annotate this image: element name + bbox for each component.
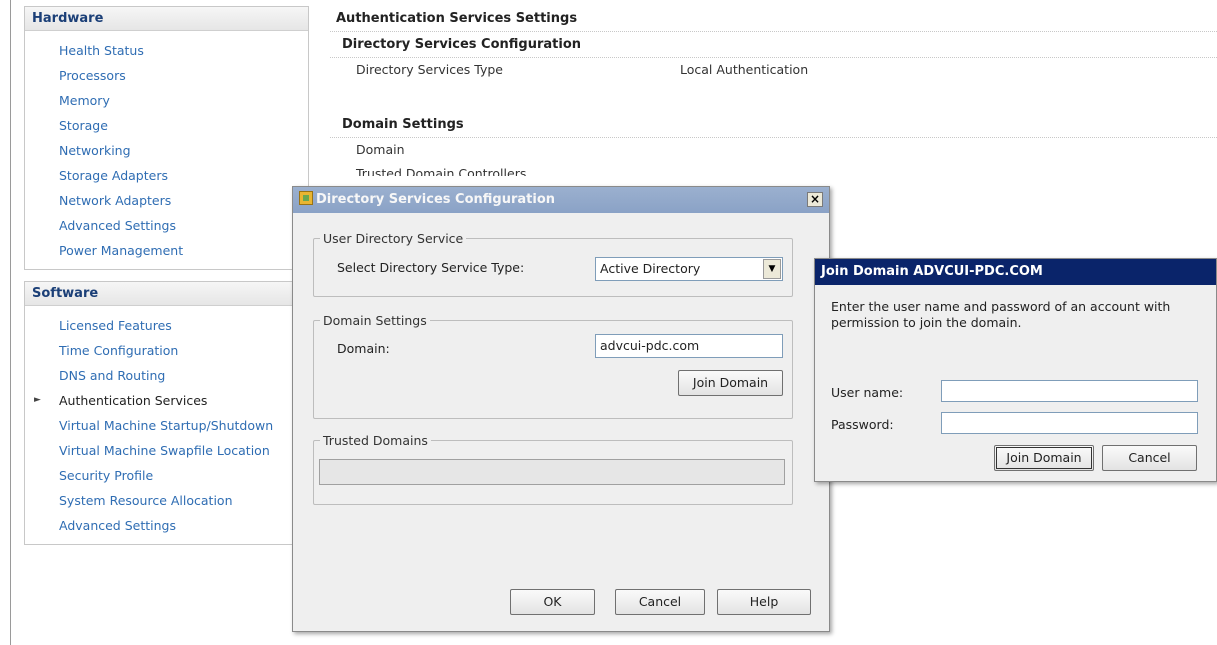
sidebar: Hardware Health Status Processors Memory…: [24, 6, 309, 545]
hardware-list: Health Status Processors Memory Storage …: [25, 31, 308, 269]
password-label: Password:: [831, 417, 894, 432]
sidebar-item-time-configuration[interactable]: Time Configuration: [25, 338, 308, 363]
sidebar-item-storage-adapters[interactable]: Storage Adapters: [25, 163, 308, 188]
trusted-domains-list[interactable]: [319, 459, 785, 485]
hardware-header[interactable]: Hardware: [25, 7, 308, 31]
vsphere-app-icon: [299, 191, 313, 205]
domain-settings-legend: Domain Settings: [323, 313, 427, 328]
sidebar-item-system-resource-allocation[interactable]: System Resource Allocation: [25, 488, 308, 513]
sidebar-item-vm-startup-shutdown[interactable]: Virtual Machine Startup/Shutdown: [25, 413, 308, 438]
domain-settings-heading: Domain Settings: [330, 112, 1217, 138]
software-section: Software Licensed Features Time Configur…: [24, 281, 309, 545]
sidebar-item-dns-and-routing[interactable]: DNS and Routing: [25, 363, 308, 388]
user-directory-service-legend: User Directory Service: [323, 231, 464, 246]
directory-type-selected: Active Directory: [600, 261, 701, 276]
main-content: Authentication Services Settings Directo…: [330, 6, 1217, 176]
directory-services-dialog: Directory Services Configuration × User …: [292, 186, 830, 632]
directory-config-heading: Directory Services Configuration: [330, 32, 1217, 58]
sidebar-item-network-adapters[interactable]: Network Adapters: [25, 188, 308, 213]
selected-arrow-icon: ►: [34, 395, 41, 405]
join-domain-confirm-button[interactable]: Join Domain: [994, 445, 1094, 471]
join-dialog-title: Join Domain ADVCUI-PDC.COM: [821, 264, 1043, 279]
sidebar-item-storage[interactable]: Storage: [25, 113, 308, 138]
password-input[interactable]: [941, 412, 1198, 434]
directory-type-select[interactable]: Active Directory ▼: [595, 257, 783, 281]
domain-label: Domain: [356, 142, 405, 157]
directory-type-label: Directory Services Type: [356, 62, 503, 77]
close-button[interactable]: ×: [807, 192, 823, 207]
sidebar-item-advanced-settings-sw[interactable]: Advanced Settings: [25, 513, 308, 538]
sidebar-item-processors[interactable]: Processors: [25, 63, 308, 88]
domain-settings-group: Domain Settings: [313, 313, 793, 419]
sidebar-item-memory[interactable]: Memory: [25, 88, 308, 113]
software-list: Licensed Features Time Configuration DNS…: [25, 306, 308, 544]
ok-button[interactable]: OK: [510, 589, 595, 615]
join-dialog-titlebar[interactable]: Join Domain ADVCUI-PDC.COM: [815, 259, 1216, 285]
join-domain-dialog: Join Domain ADVCUI-PDC.COM Enter the use…: [814, 258, 1217, 482]
join-dialog-message: Enter the user name and password of an a…: [831, 299, 1171, 330]
username-input[interactable]: [941, 380, 1198, 402]
join-cancel-button[interactable]: Cancel: [1102, 445, 1197, 471]
sidebar-item-networking[interactable]: Networking: [25, 138, 308, 163]
username-label: User name:: [831, 385, 904, 400]
domain-label: Domain:: [337, 341, 390, 356]
domain-row: Domain: [330, 138, 1217, 162]
sidebar-item-power-management[interactable]: Power Management: [25, 238, 308, 263]
help-button[interactable]: Help: [717, 589, 811, 615]
sidebar-item-label: Authentication Services: [59, 393, 208, 408]
sidebar-item-health-status[interactable]: Health Status: [25, 38, 308, 63]
directory-type-value: Local Authentication: [680, 62, 809, 77]
dropdown-arrow-icon[interactable]: ▼: [763, 259, 781, 279]
sidebar-item-vm-swapfile-location[interactable]: Virtual Machine Swapfile Location: [25, 438, 308, 463]
trusted-controllers-row: Trusted Domain Controllers: [330, 162, 1217, 176]
sidebar-item-licensed-features[interactable]: Licensed Features: [25, 313, 308, 338]
directory-type-label: Select Directory Service Type:: [337, 260, 525, 275]
sidebar-item-advanced-settings-hw[interactable]: Advanced Settings: [25, 213, 308, 238]
sidebar-item-security-profile[interactable]: Security Profile: [25, 463, 308, 488]
directory-type-row: Directory Services Type Local Authentica…: [330, 58, 1217, 82]
domain-input[interactable]: advcui-pdc.com: [595, 334, 783, 358]
cancel-button[interactable]: Cancel: [615, 589, 705, 615]
hardware-section: Hardware Health Status Processors Memory…: [24, 6, 309, 270]
trusted-domains-legend: Trusted Domains: [323, 433, 428, 448]
sidebar-item-authentication-services[interactable]: ► Authentication Services: [25, 388, 308, 413]
trusted-controllers-label: Trusted Domain Controllers: [356, 166, 527, 176]
dialog-titlebar[interactable]: Directory Services Configuration ×: [293, 187, 829, 213]
join-domain-button[interactable]: Join Domain: [678, 370, 783, 396]
software-header[interactable]: Software: [25, 282, 308, 306]
dialog-title: Directory Services Configuration: [316, 192, 556, 207]
page-title: Authentication Services Settings: [330, 6, 1217, 32]
left-divider: [10, 0, 11, 645]
